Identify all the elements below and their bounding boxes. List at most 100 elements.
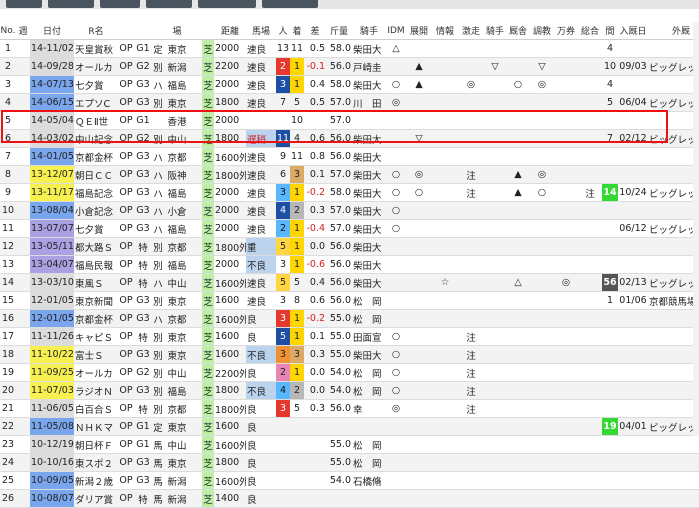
column-header[interactable]: 入厩日 xyxy=(618,22,648,40)
track-state-cell: 速良 xyxy=(246,165,276,184)
venue-cell: 阪神 xyxy=(164,165,190,184)
manken-mark xyxy=(554,363,578,382)
weight-cell: 56.0 xyxy=(326,129,352,148)
column-header[interactable] xyxy=(134,22,152,40)
table-row[interactable]: 11 13-07/07 七夕賞 OP G3 ハ福島芝 2000 速良 2 1 -0.4 57.0 柴田大… xyxy=(0,219,699,238)
spacer-cell xyxy=(190,471,202,490)
manken-mark xyxy=(554,345,578,364)
venue-cell: 福島 xyxy=(164,219,190,238)
table-row[interactable]: 26 10-08/07 ダリア賞 OP 特馬新潟芝 1400 良 xyxy=(0,489,699,508)
table-row[interactable]: 7 14-01/05 京都金杯 OP G3 ハ京都芝 1600外 速良 9 11 0.8 56.0 柴田… xyxy=(0,147,699,166)
date-cell: 10-09/05 xyxy=(30,471,74,490)
condition-cell: ハ xyxy=(152,219,164,238)
entry-date-cell: 02/12 xyxy=(618,129,648,148)
pace-mark: ▲ xyxy=(406,57,432,76)
gekiso-mark xyxy=(458,453,484,472)
column-header[interactable]: 万券 xyxy=(554,22,578,40)
spacer-cell xyxy=(190,93,202,112)
race-name-cell: 東風Ｓ xyxy=(74,273,118,292)
column-header[interactable]: 日付 xyxy=(30,22,74,40)
surface-cell: 芝 xyxy=(202,471,214,490)
table-row[interactable]: 18 11-10/22 富士Ｓ OP G3 別東京芝 1600 不良 3 3 0.3 55.0 柴田大 ○… xyxy=(0,345,699,364)
idm-cell xyxy=(386,435,406,454)
distance-cell: 2000 xyxy=(214,183,246,202)
column-header[interactable]: R名 xyxy=(74,22,118,40)
column-header[interactable]: 着 xyxy=(290,22,304,40)
column-header[interactable]: 馬場 xyxy=(246,22,276,40)
info-mark xyxy=(432,453,458,472)
table-row[interactable]: 15 12-01/05 東京新聞 OP G3 別東京芝 1600 速良 3 8 0.6 56.0 松 岡… xyxy=(0,291,699,310)
gekiso-mark xyxy=(458,309,484,328)
table-row[interactable]: 10 13-08/04 小倉記念 OP G3 ハ小倉芝 2000 速良 4 2 0.3 57.0 柴田大… xyxy=(0,201,699,220)
class-cell: OP xyxy=(118,399,134,418)
table-row[interactable]: 17 11-11/26 キャピＳ OP 特別東京芝 1600 良 5 1 0.1 55.0 田面宣 ○ 注 xyxy=(0,327,699,346)
surface-cell: 芝 xyxy=(202,417,214,436)
condition-cell: ハ xyxy=(152,75,164,94)
table-row[interactable]: 1 14-11/02 天皇賞秋 OP G1 定東京芝 2000 速良 13 11 0.5 58.0 柴田… xyxy=(0,39,699,58)
surface-cell: 芝 xyxy=(202,111,214,130)
column-header[interactable]: 外厩 xyxy=(648,22,699,40)
table-row[interactable]: 23 10-12/19 朝日杯Ｆ OP G1 馬中山芝 1600外良 55.0 松 岡 xyxy=(0,435,699,454)
column-header[interactable] xyxy=(190,22,202,40)
table-row[interactable]: 22 11-05/08ＮＨＫマOPG1定東京芝1600良 1904/01ビッグレッド… xyxy=(0,417,699,436)
table-row[interactable]: 4 14-06/15 エプソC OP G3 別東京芝 1800 速良 7 5 0.5 57.0 川 田 ◎… xyxy=(0,93,699,112)
table-row[interactable]: 19 11-09/25 オールカ OP G2 別中山芝 2200外良 2 1 0.0 54.0 松 岡… xyxy=(0,363,699,382)
surface-cell: 芝 xyxy=(202,93,214,112)
surface-cell: 芝 xyxy=(202,183,214,202)
row-number: 17 xyxy=(0,327,16,346)
race-name-cell: 中山記念 xyxy=(74,129,118,148)
race-name-cell: 小倉記念 xyxy=(74,201,118,220)
table-row[interactable]: 13 13-04/07 福島民報 OP 特別福島芝 2000 不良 3 1 -0.6 56.0 柴田大 xyxy=(0,255,699,274)
toolbar-button[interactable] xyxy=(6,0,42,8)
row-number: 18 xyxy=(0,345,16,364)
manken-mark xyxy=(554,237,578,256)
column-header[interactable] xyxy=(118,22,134,40)
table-row[interactable]: 9 13-11/17 福島記念 OP G3 ハ福島芝 2000 速良 3 1 -0.2 58.0 柴田大… xyxy=(0,183,699,202)
table-row[interactable]: 12 13-05/11 都大路Ｓ OP 特別京都芝 1800外重 5 1 0.0 56.0 柴田大 xyxy=(0,237,699,256)
table-row[interactable]: 2 14-09/28 オールカ OP G2 別新潟芝 2200 速良 2 1 -0.1 56.0 戸崎圭… xyxy=(0,57,699,76)
column-header[interactable]: 人 xyxy=(276,22,290,40)
column-header[interactable]: 斤量 xyxy=(326,22,352,40)
info-mark xyxy=(432,237,458,256)
column-header[interactable]: 間 xyxy=(602,22,618,40)
table-row[interactable]: 21 11-06/05 白百合Ｓ OP 特別京都芝 1800外良 3 5 0.3 56.0 幸 ◎ 注 xyxy=(0,399,699,418)
table-row[interactable]: 14 13-03/10 東風Ｓ OP 特ハ中山芝 1600外 速良 5 5 0.4 56.0 柴田大 ☆… xyxy=(0,273,699,292)
stable-mark xyxy=(506,327,530,346)
entry-date-cell: 02/13 xyxy=(618,273,648,292)
column-header[interactable]: IDM xyxy=(386,22,406,40)
column-header[interactable]: 厩舎 xyxy=(506,22,530,40)
table-row[interactable]: 6 14-03/02 中山記念 OP G2 別中山芝 1800 遅稍 11 4 0.6 56.0 柴田大… xyxy=(0,129,699,148)
table-row[interactable]: 20 11-07/03 ラジオＮ OP G3 別福島芝 1800 不良 4 2 0.0 54.0 松 岡… xyxy=(0,381,699,400)
venue-cell: 中山 xyxy=(164,273,190,292)
column-header[interactable]: 情報 xyxy=(432,22,458,40)
column-header[interactable] xyxy=(152,22,164,40)
stable-mark xyxy=(506,291,530,310)
spacer-cell xyxy=(190,183,202,202)
column-header[interactable]: No. xyxy=(0,22,16,40)
column-header[interactable]: 騎手 xyxy=(352,22,386,40)
column-header[interactable]: 騎手 xyxy=(484,22,506,40)
idm-cell xyxy=(386,273,406,292)
column-header[interactable]: 距離 xyxy=(214,22,246,40)
column-header[interactable]: 展開 xyxy=(406,22,432,40)
table-row[interactable]: 3 14-07/13 七夕賞 OP G3 ハ福島芝 2000 速良 3 1 0.4 58.0 柴田大 ○ ▲… xyxy=(0,75,699,94)
table-row[interactable]: 16 12-01/05 京都金杯 OP G3 ハ京都芝 1600外良 3 1 -0.2 55.0 松 … xyxy=(0,309,699,328)
toolbar-button[interactable] xyxy=(262,0,318,8)
table-row[interactable]: 24 10-10/16 東スポ２ OP G3 馬東京芝 1800 良 55.0 松 岡 xyxy=(0,453,699,472)
column-header[interactable]: 総合 xyxy=(578,22,602,40)
scrollbar[interactable] xyxy=(693,22,699,436)
toolbar-button[interactable] xyxy=(198,0,256,8)
table-row[interactable]: 8 13-12/07 朝日ＣＣ OP G3 ハ阪神芝 1800外 速良 6 3 0.1 57.0 柴田大… xyxy=(0,165,699,184)
column-header[interactable]: 週 xyxy=(16,22,30,40)
toolbar-button[interactable] xyxy=(48,0,94,8)
toolbar-button[interactable] xyxy=(146,0,192,8)
table-row[interactable]: 5 14-05/04 ＱＥⅡ世 OP G1 香港芝 2000 10 57.0 xyxy=(0,111,699,130)
column-header[interactable]: 調教 xyxy=(530,22,554,40)
gekiso-mark xyxy=(458,57,484,76)
table-row[interactable]: 25 10-09/05 新潟２歳 OP G3 馬新潟芝 1600外良 54.0 石橋脩 xyxy=(0,471,699,490)
column-header[interactable]: 激走 xyxy=(458,22,484,40)
column-header[interactable]: 場 xyxy=(164,22,190,40)
toolbar-button[interactable] xyxy=(100,0,140,8)
column-header[interactable] xyxy=(202,22,214,40)
column-header[interactable]: 差 xyxy=(304,22,326,40)
